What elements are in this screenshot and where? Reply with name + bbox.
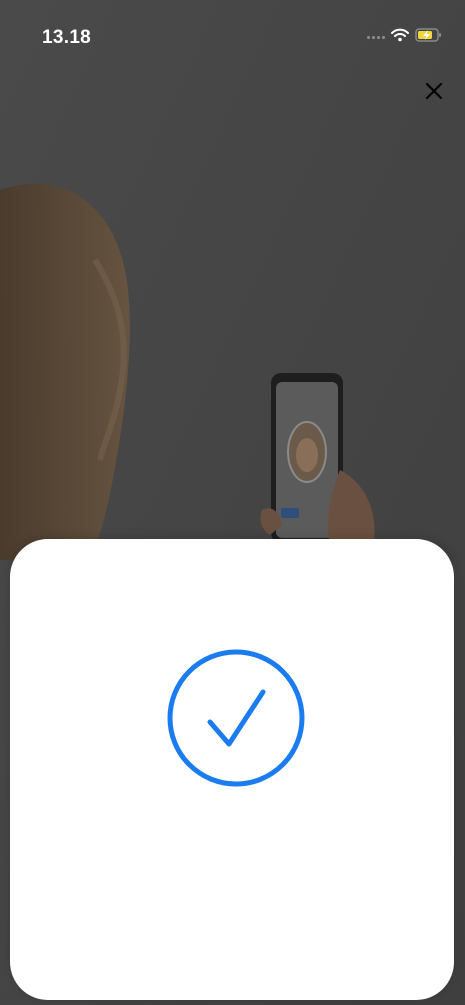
close-icon: [425, 82, 443, 105]
wifi-icon: [391, 28, 409, 47]
signal-icon: [367, 35, 385, 39]
status-indicators: [367, 26, 443, 48]
status-time: 13.18: [42, 27, 92, 48]
checkmark-circle-icon: [166, 648, 306, 788]
battery-charging-icon: [415, 27, 443, 48]
status-bar: 13.18: [0, 0, 465, 70]
close-button[interactable]: [417, 76, 451, 110]
result-sheet: [10, 539, 454, 1000]
